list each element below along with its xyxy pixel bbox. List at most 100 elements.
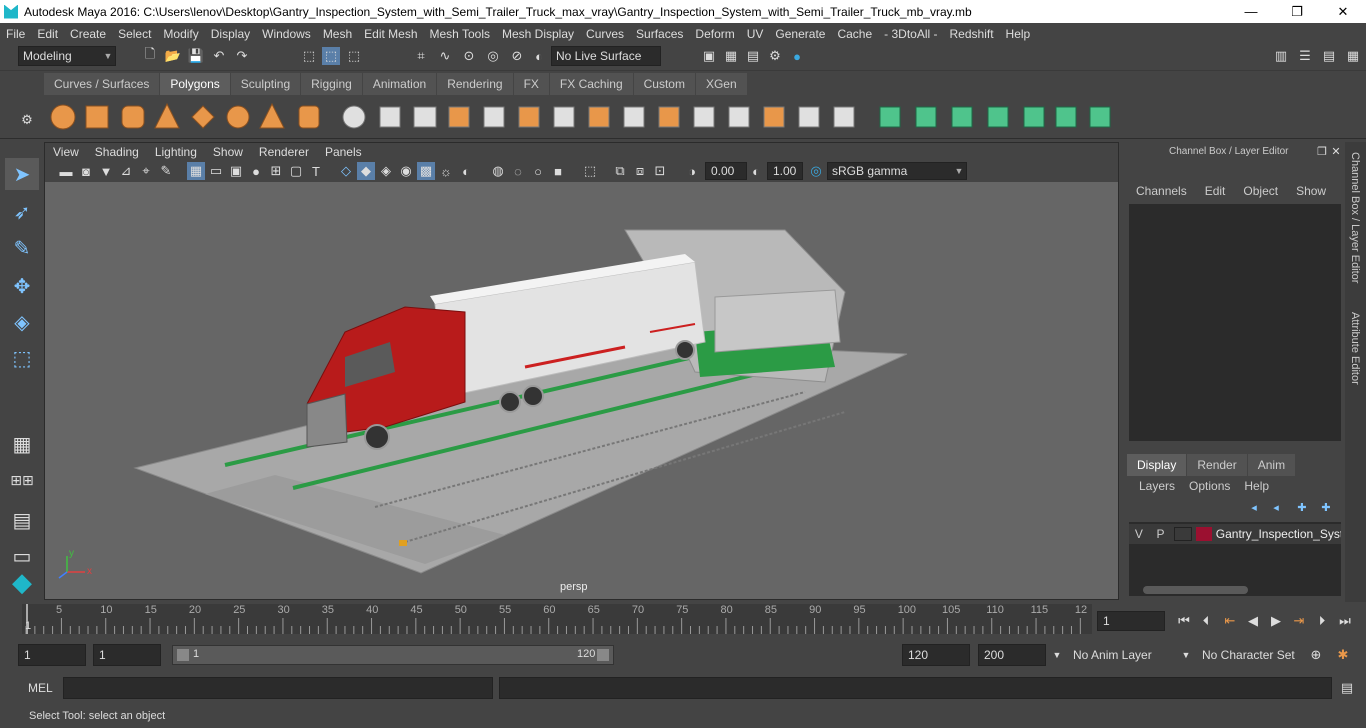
menu-create[interactable]: Create xyxy=(64,27,112,41)
playback-start-field[interactable]: 1 xyxy=(93,644,161,666)
render-settings-icon[interactable]: ⚙ xyxy=(766,47,784,65)
extrude-icon[interactable] xyxy=(483,106,505,128)
render-sequence-icon[interactable]: ▦ xyxy=(722,47,740,65)
play-backwards-icon[interactable]: ◀ xyxy=(1243,612,1263,630)
planar-map-icon[interactable] xyxy=(915,106,937,128)
redo-icon[interactable]: ↷ xyxy=(233,47,251,65)
menu-generate[interactable]: Generate xyxy=(769,27,831,41)
tab-fx-caching[interactable]: FX Caching xyxy=(549,73,633,95)
exposure-icon[interactable]: ◑ xyxy=(683,162,701,180)
poly-pipe-icon[interactable] xyxy=(298,105,320,129)
tab-animation[interactable]: Animation xyxy=(362,73,437,95)
anim-layer-selector[interactable]: No Anim Layer xyxy=(1068,644,1172,666)
viewport-menu-panels[interactable]: Panels xyxy=(317,143,370,161)
snap-surface-icon[interactable]: ⊘ xyxy=(508,47,526,65)
close-button[interactable]: ✕ xyxy=(1320,0,1366,23)
rotate-tool-icon[interactable]: ◈ xyxy=(5,306,39,338)
menu-curves[interactable]: Curves xyxy=(580,27,630,41)
layer-menu-options[interactable]: Options xyxy=(1189,479,1230,493)
backface-icon[interactable]: ⊡ xyxy=(651,162,669,180)
close-panel-icon[interactable]: ✕ xyxy=(1327,142,1345,160)
tab-custom[interactable]: Custom xyxy=(633,73,695,95)
tab-xgen[interactable]: XGen xyxy=(695,73,747,95)
tab-rigging[interactable]: Rigging xyxy=(301,73,362,95)
offset-edge-icon[interactable] xyxy=(798,106,820,128)
mel-label[interactable]: MEL xyxy=(28,681,53,695)
tab-curves-surfaces[interactable]: Curves / Surfaces xyxy=(44,73,160,95)
open-scene-icon[interactable]: 📂 xyxy=(164,47,182,65)
menu-redshift[interactable]: Redshift xyxy=(944,27,1000,41)
go-to-start-icon[interactable]: ⏮ xyxy=(1174,612,1194,630)
menu-deform[interactable]: Deform xyxy=(689,27,740,41)
append-polygon-icon[interactable] xyxy=(763,106,785,128)
new-layer-selected-icon[interactable]: ✚ xyxy=(1317,498,1335,516)
menu-windows[interactable]: Windows xyxy=(256,27,317,41)
cylindrical-map-icon[interactable] xyxy=(951,106,973,128)
gamma-field[interactable]: 1.00 xyxy=(767,162,803,180)
camera-tools-icon[interactable]: ◙ xyxy=(77,162,95,180)
select-by-object-icon[interactable]: ⬚ xyxy=(322,47,340,65)
poly-plane-icon[interactable] xyxy=(191,105,215,129)
menu-display[interactable]: Display xyxy=(205,27,256,41)
channel-menu-channels[interactable]: Channels xyxy=(1136,184,1187,198)
safe-action-icon[interactable]: ▢ xyxy=(287,162,305,180)
save-scene-icon[interactable]: 💾 xyxy=(187,47,205,65)
exposure-field[interactable]: 0.00 xyxy=(705,162,747,180)
live-surface-field[interactable]: No Live Surface xyxy=(551,46,661,66)
channel-menu-edit[interactable]: Edit xyxy=(1205,184,1226,198)
wireframe-icon[interactable]: ◇ xyxy=(337,162,355,180)
step-forward-icon[interactable]: ⏵ xyxy=(1312,612,1332,630)
auto-map-icon[interactable] xyxy=(1023,106,1045,128)
viewport-menu-shading[interactable]: Shading xyxy=(87,143,147,161)
snap-curve-icon[interactable]: ∿ xyxy=(436,47,454,65)
image-plane-icon[interactable]: ⊿ xyxy=(117,162,135,180)
range-end-handle[interactable] xyxy=(597,649,609,661)
attribute-editor-icon[interactable]: ▤ xyxy=(1320,47,1338,65)
poly-cone-icon[interactable] xyxy=(154,102,180,129)
select-by-hierarchy-icon[interactable]: ⬚ xyxy=(300,47,318,65)
menu-surfaces[interactable]: Surfaces xyxy=(630,27,689,41)
checker-icon[interactable] xyxy=(1055,106,1077,128)
layout-icon[interactable]: ▤ xyxy=(5,504,39,536)
tab-rendering[interactable]: Rendering xyxy=(437,73,513,95)
tab-render[interactable]: Render xyxy=(1187,454,1247,476)
wireframe-on-shaded-icon[interactable]: ◈ xyxy=(377,162,395,180)
auto-key-icon[interactable]: ⊕ xyxy=(1307,646,1325,664)
screen-space-ao-icon[interactable]: ◍ xyxy=(489,162,507,180)
layer-menu-layers[interactable]: Layers xyxy=(1139,479,1175,493)
layer-row[interactable]: V P Gantry_Inspection_Syst xyxy=(1129,524,1341,544)
xray-icon[interactable]: ⌖ xyxy=(137,162,155,180)
go-to-end-icon[interactable]: ⏭ xyxy=(1335,612,1355,630)
layer-display-type[interactable] xyxy=(1174,527,1193,541)
hypershade-icon[interactable]: ● xyxy=(788,47,806,65)
workspace-icon[interactable]: ▥ xyxy=(1272,47,1290,65)
xray-active-icon[interactable]: ⧈ xyxy=(631,162,649,180)
resolution-gate-icon[interactable]: ▣ xyxy=(227,162,245,180)
range-start-handle[interactable] xyxy=(177,649,189,661)
layer-menu-help[interactable]: Help xyxy=(1244,479,1269,493)
poly-sphere-icon[interactable] xyxy=(50,104,76,130)
menu-cache[interactable]: Cache xyxy=(831,27,878,41)
uv-editor-icon[interactable] xyxy=(879,106,901,128)
snap-live-icon[interactable]: ◐ xyxy=(530,47,548,65)
smooth-shade-icon[interactable]: ◆ xyxy=(357,162,375,180)
poly-torus-icon[interactable] xyxy=(226,105,250,129)
menu-modify[interactable]: Modify xyxy=(157,27,204,41)
poly-cube-icon[interactable] xyxy=(85,105,109,129)
grease-pencil-icon[interactable]: ✎ xyxy=(157,162,175,180)
chevron-down-icon[interactable]: ▼ xyxy=(1177,646,1195,664)
command-input[interactable] xyxy=(63,677,493,699)
tab-polygons[interactable]: Polygons xyxy=(160,73,230,95)
shelf-settings-gear-icon[interactable]: ⚙ xyxy=(18,111,36,129)
minimize-button[interactable]: — xyxy=(1228,0,1274,23)
viewport-menu-show[interactable]: Show xyxy=(205,143,251,161)
isolate-select-icon[interactable]: ⬚ xyxy=(581,162,599,180)
channel-menu-object[interactable]: Object xyxy=(1243,184,1278,198)
insert-edge-loop-icon[interactable] xyxy=(693,106,715,128)
mirror-icon[interactable] xyxy=(413,106,437,128)
menu-file[interactable]: File xyxy=(0,27,31,41)
poly-pyramid-icon[interactable] xyxy=(259,102,285,129)
sew-uv-icon[interactable] xyxy=(1089,106,1111,128)
fill-hole-icon[interactable] xyxy=(658,106,680,128)
channel-box-icon[interactable]: ▦ xyxy=(1344,47,1362,65)
